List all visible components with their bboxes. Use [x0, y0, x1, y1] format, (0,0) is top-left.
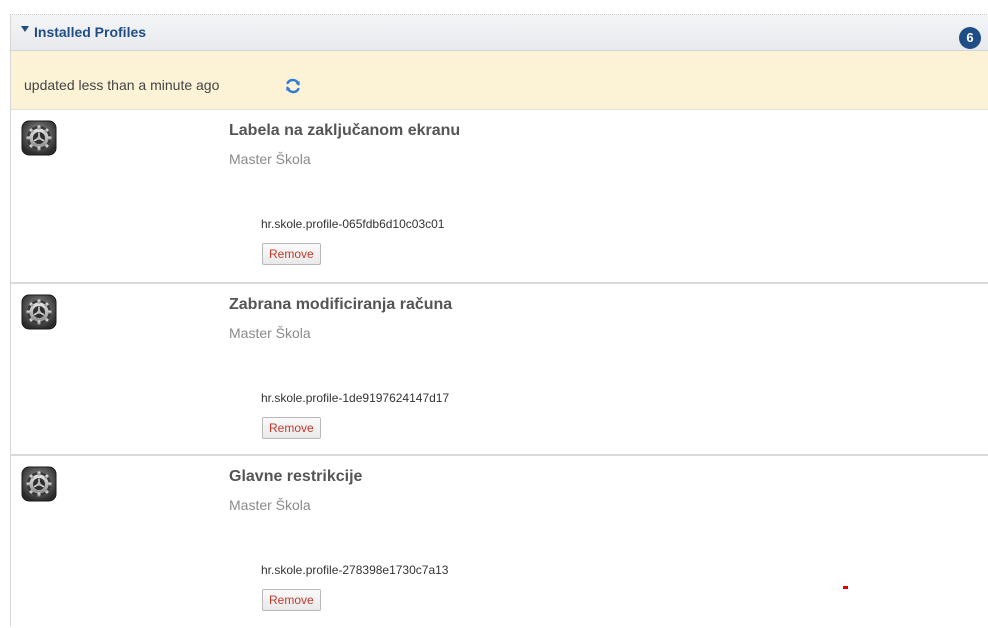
profile-name: Glavne restrikcije [229, 468, 363, 485]
profile-identifier: hr.skole.profile-1de9197624147d17 [261, 391, 450, 405]
installed-profiles-panel: Installed Profiles 6 updated less than a… [10, 14, 988, 628]
profile-item: Glavne restrikcije Master Škola hr.skole… [11, 454, 988, 628]
remove-button[interactable]: Remove [262, 417, 321, 439]
profile-name: Labela na zaključanom ekranu [229, 122, 461, 139]
settings-gear-icon [21, 466, 57, 502]
status-bar: updated less than a minute ago [11, 51, 988, 110]
settings-gear-icon [21, 120, 57, 156]
profile-identifier: hr.skole.profile-065fdb6d10c03c01 [261, 217, 445, 231]
remove-button[interactable]: Remove [262, 589, 321, 611]
remove-button[interactable]: Remove [262, 243, 321, 265]
settings-gear-icon [21, 294, 57, 330]
profile-organization: Master Škola [229, 325, 311, 341]
status-text: updated less than a minute ago [24, 77, 220, 93]
profile-name: Zabrana modificiranja računa [229, 296, 453, 313]
panel-title[interactable]: Installed Profiles [34, 24, 146, 40]
caret-down-icon[interactable] [21, 26, 29, 32]
profile-count-badge: 6 [959, 27, 981, 49]
profile-item: Zabrana modificiranja računa Master Škol… [11, 282, 988, 456]
red-marker [843, 586, 848, 589]
profile-item: Labela na zaključanom ekranu Master Škol… [11, 110, 988, 282]
profile-identifier: hr.skole.profile-278398e1730c7a13 [261, 563, 449, 577]
refresh-icon[interactable] [284, 77, 302, 95]
profile-organization: Master Škola [229, 497, 311, 513]
profile-organization: Master Škola [229, 151, 311, 167]
panel-header[interactable]: Installed Profiles 6 [11, 15, 988, 51]
